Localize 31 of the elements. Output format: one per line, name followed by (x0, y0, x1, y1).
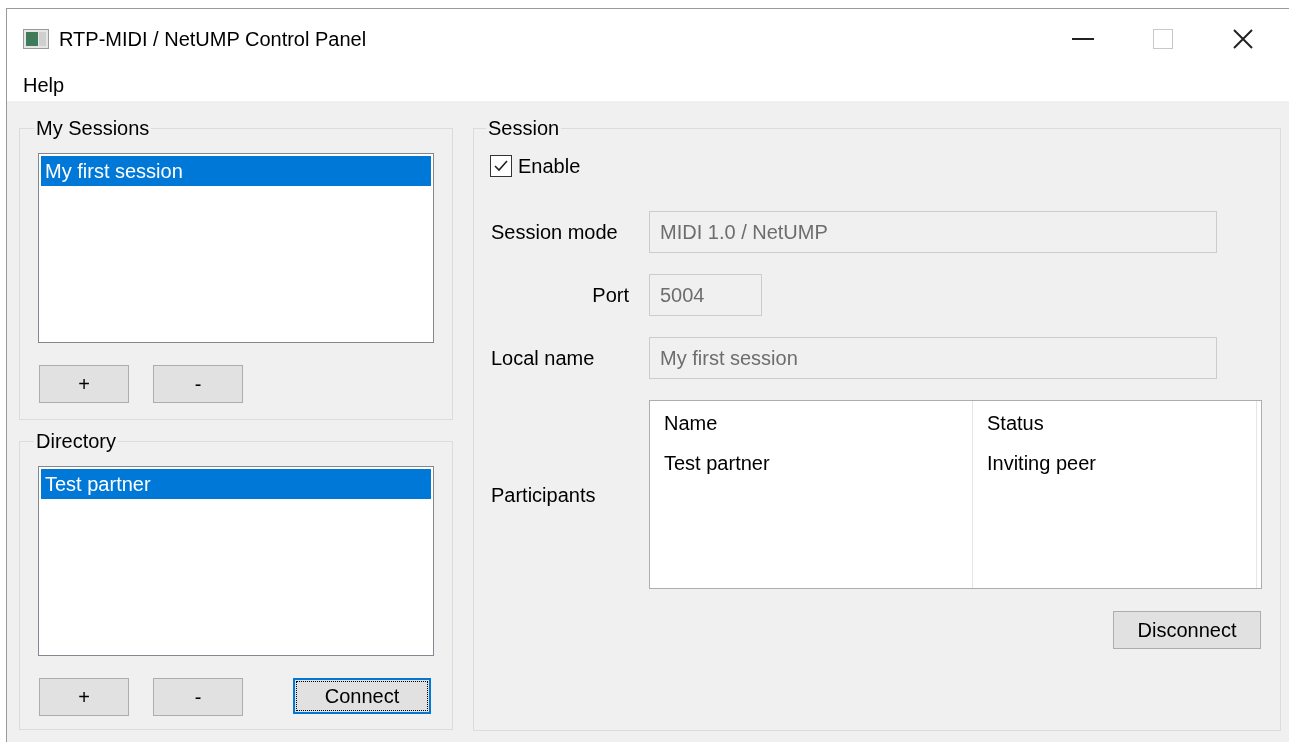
group-title: My Sessions (35, 116, 151, 141)
close-icon (1233, 29, 1253, 49)
maximize-icon (1153, 29, 1173, 49)
check-icon (493, 158, 509, 174)
push-button[interactable]: + (39, 678, 129, 716)
push-button[interactable]: - (153, 365, 243, 403)
group-title: Directory (35, 429, 117, 454)
group-title: Session (487, 116, 561, 141)
column-header[interactable]: Name (650, 401, 972, 445)
participants-table[interactable]: Name Test partner Status Inviting peer (649, 400, 1262, 589)
list-item[interactable]: Test partner (41, 469, 431, 499)
field-label: Participants (491, 482, 597, 508)
push-button[interactable]: + (39, 365, 129, 403)
minimize-icon (1072, 38, 1094, 40)
push-button[interactable]: Connect (293, 678, 431, 714)
menu-item[interactable]: Help (17, 70, 71, 100)
push-button[interactable]: Disconnect (1113, 611, 1261, 649)
list-item[interactable]: My first session (41, 156, 431, 186)
column-header[interactable]: Status (973, 401, 1256, 445)
table-cell-text: Inviting peer (986, 451, 1097, 476)
app-icon (23, 29, 49, 49)
window-title: RTP-MIDI / NetUMP Control Panel (59, 27, 367, 52)
field-label: Local name (491, 346, 596, 371)
checkbox[interactable] (490, 155, 512, 177)
push-button[interactable]: - (153, 678, 243, 716)
list-box[interactable]: My first session (38, 153, 434, 343)
list-box[interactable]: Test partner (38, 466, 434, 656)
table-cell-text: Test partner (663, 451, 771, 476)
checkbox-label[interactable]: Enable (518, 151, 581, 181)
field-label: Session mode (491, 220, 619, 245)
field-label: Port (591, 283, 629, 308)
